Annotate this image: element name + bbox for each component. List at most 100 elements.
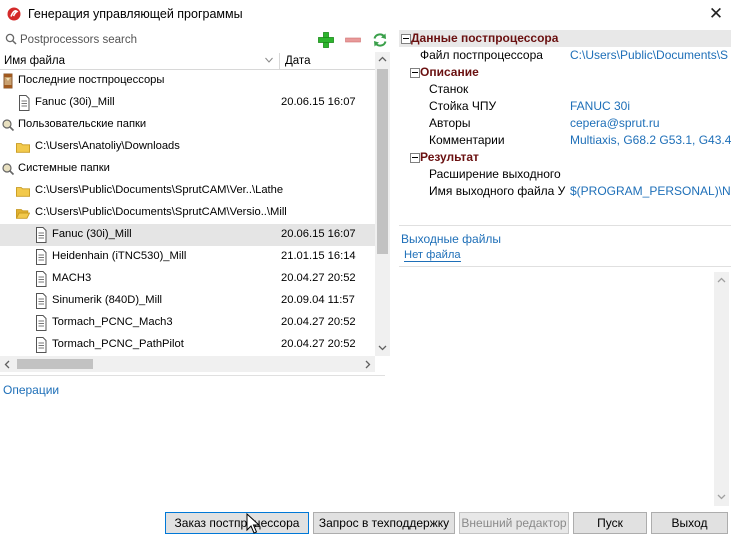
close-button[interactable]: ✕	[705, 4, 727, 24]
list-item[interactable]: Пользовательские папки	[0, 114, 375, 136]
property-value: FANUC 30i	[570, 99, 631, 113]
row-date: 20.04.27 20:52	[281, 316, 356, 328]
folder-open-icon	[16, 209, 30, 219]
property-row[interactable]: Имя выходного файла У $(PROGRAM_PERSONAL…	[399, 183, 731, 200]
property-section-result[interactable]: Результат	[399, 149, 731, 166]
collapse-icon[interactable]	[410, 68, 420, 78]
row-label: C:\Users\Public\Documents\SprutCAM\Ver..…	[35, 184, 284, 196]
folder-search-icon	[2, 163, 15, 176]
property-label: Станок	[429, 82, 469, 96]
row-label: Heidenhain (iTNC530)_Mill	[52, 250, 187, 262]
section-title: Данные постпроцессора	[411, 31, 559, 45]
window-title: Генерация управляющей программы	[28, 7, 243, 21]
document-icon	[19, 95, 30, 111]
document-icon	[36, 271, 47, 287]
property-row[interactable]: Файл постпроцессора C:\Users\Public\Docu…	[399, 47, 731, 64]
add-icon[interactable]	[317, 31, 335, 49]
list-item-selected[interactable]: Fanuc (30i)_Mill 20.06.15 16:07	[0, 224, 375, 246]
document-icon	[36, 249, 47, 265]
collapse-icon[interactable]	[401, 34, 411, 44]
list-item[interactable]: Tormach_PCNC_Mach3 20.04.27 20:52	[0, 312, 375, 334]
list-item[interactable]: C:\Users\Public\Documents\SprutCAM\Ver..…	[0, 180, 375, 202]
property-label: Стойка ЧПУ	[429, 99, 497, 113]
scroll-right-icon[interactable]	[365, 360, 371, 369]
row-date: 20.04.27 20:52	[281, 338, 356, 350]
list-vertical-scrollbar[interactable]	[375, 52, 390, 356]
scroll-up-icon[interactable]	[378, 56, 387, 62]
list-item[interactable]: Sinumerik (840D)_Mill 20.09.04 11:57	[0, 290, 375, 312]
scroll-down-icon[interactable]	[717, 494, 726, 500]
row-date: 20.04.27 20:52	[281, 272, 356, 284]
property-label: Имя выходного файла У	[429, 184, 566, 198]
section-title: Описание	[420, 65, 479, 79]
scroll-down-icon[interactable]	[378, 345, 387, 351]
folder-icon	[16, 143, 30, 153]
collapse-icon[interactable]	[410, 153, 420, 163]
scroll-thumb[interactable]	[17, 359, 93, 369]
output-vertical-scrollbar[interactable]	[714, 272, 729, 506]
section-title: Результат	[420, 150, 479, 164]
document-icon	[36, 337, 47, 353]
row-label: Fanuc (30i)_Mill	[52, 228, 132, 240]
exit-button[interactable]: Выход	[651, 512, 728, 534]
order-postprocessor-button[interactable]: Заказ постпроцессора	[165, 512, 309, 534]
scroll-left-icon[interactable]	[4, 360, 10, 369]
document-icon	[36, 315, 47, 331]
property-row[interactable]: Авторы cepera@sprut.ru	[399, 115, 731, 132]
column-header-date[interactable]: Дата	[285, 55, 310, 67]
property-row[interactable]: Стойка ЧПУ FANUC 30i	[399, 98, 731, 115]
run-button[interactable]: Пуск	[573, 512, 647, 534]
document-icon	[36, 293, 47, 309]
property-section-description[interactable]: Описание	[399, 64, 731, 81]
property-label: Расширение выходного	[429, 167, 561, 181]
list-item[interactable]: Последние постпроцессоры	[0, 70, 375, 92]
row-date: 20.06.15 16:07	[281, 96, 356, 108]
no-file-link[interactable]: Нет файла	[404, 249, 461, 262]
list-item[interactable]: C:\Users\Public\Documents\SprutCAM\Versi…	[0, 202, 375, 224]
document-icon	[36, 227, 47, 243]
list-item[interactable]: Heidenhain (iTNC530)_Mill 21.01.15 16:14	[0, 246, 375, 268]
list-item[interactable]: MACH3 20.04.27 20:52	[0, 268, 375, 290]
support-request-button[interactable]: Запрос в техподдержку	[313, 512, 455, 534]
search-icon	[5, 33, 17, 45]
property-row[interactable]: Станок	[399, 81, 731, 98]
list-horizontal-scrollbar[interactable]	[0, 356, 375, 372]
mouse-cursor-icon	[246, 513, 260, 534]
list-item[interactable]: Fanuc (30i)_Mill 20.06.15 16:07	[0, 92, 375, 114]
folder-icon	[16, 187, 30, 197]
property-label: Комментарии	[429, 133, 505, 147]
row-date: 21.01.15 16:14	[281, 250, 356, 262]
column-separator[interactable]	[279, 53, 280, 69]
row-date: 20.09.04 11:57	[281, 294, 355, 306]
sort-arrow-icon	[265, 57, 273, 63]
external-editor-button[interactable]: Внешний редактор	[459, 512, 569, 534]
row-label: Sinumerik (840D)_Mill	[52, 294, 163, 306]
divider	[399, 266, 731, 267]
row-label: Tormach_PCNC_Mach3	[52, 316, 173, 328]
property-label: Файл постпроцессора	[420, 48, 543, 62]
divider	[0, 375, 385, 376]
scroll-up-icon[interactable]	[717, 277, 726, 283]
list-item[interactable]: Tormach_PCNC_PathPilot 20.04.27 20:52	[0, 334, 375, 356]
list-item[interactable]: C:\Users\Anatoliy\Downloads	[0, 136, 375, 158]
row-label: Tormach_PCNC_PathPilot	[52, 338, 184, 350]
property-value: Multiaxis, G68.2 G53.1, G43.4	[570, 133, 731, 147]
property-section-data[interactable]: Данные постпроцессора	[399, 30, 731, 47]
folder-search-icon	[2, 119, 15, 132]
recent-postprocessors-icon	[3, 73, 13, 89]
divider	[399, 225, 731, 226]
search-input[interactable]	[20, 31, 280, 49]
property-value: $(PROGRAM_PERSONAL)\N	[570, 184, 731, 198]
property-row[interactable]: Комментарии Multiaxis, G68.2 G53.1, G43.…	[399, 132, 731, 149]
scroll-thumb[interactable]	[377, 69, 388, 254]
column-header-filename[interactable]: Имя файла	[4, 55, 65, 67]
operations-link[interactable]: Операции	[3, 383, 59, 397]
list-item[interactable]: Системные папки	[0, 158, 375, 180]
row-label: Последние постпроцессоры	[18, 74, 165, 86]
row-label: Пользовательские папки	[18, 118, 147, 130]
property-value: C:\Users\Public\Documents\S	[570, 48, 729, 62]
output-files-title: Выходные файлы	[401, 232, 502, 246]
remove-icon[interactable]	[344, 31, 362, 49]
refresh-icon[interactable]	[371, 31, 389, 49]
property-row[interactable]: Расширение выходного	[399, 166, 731, 183]
